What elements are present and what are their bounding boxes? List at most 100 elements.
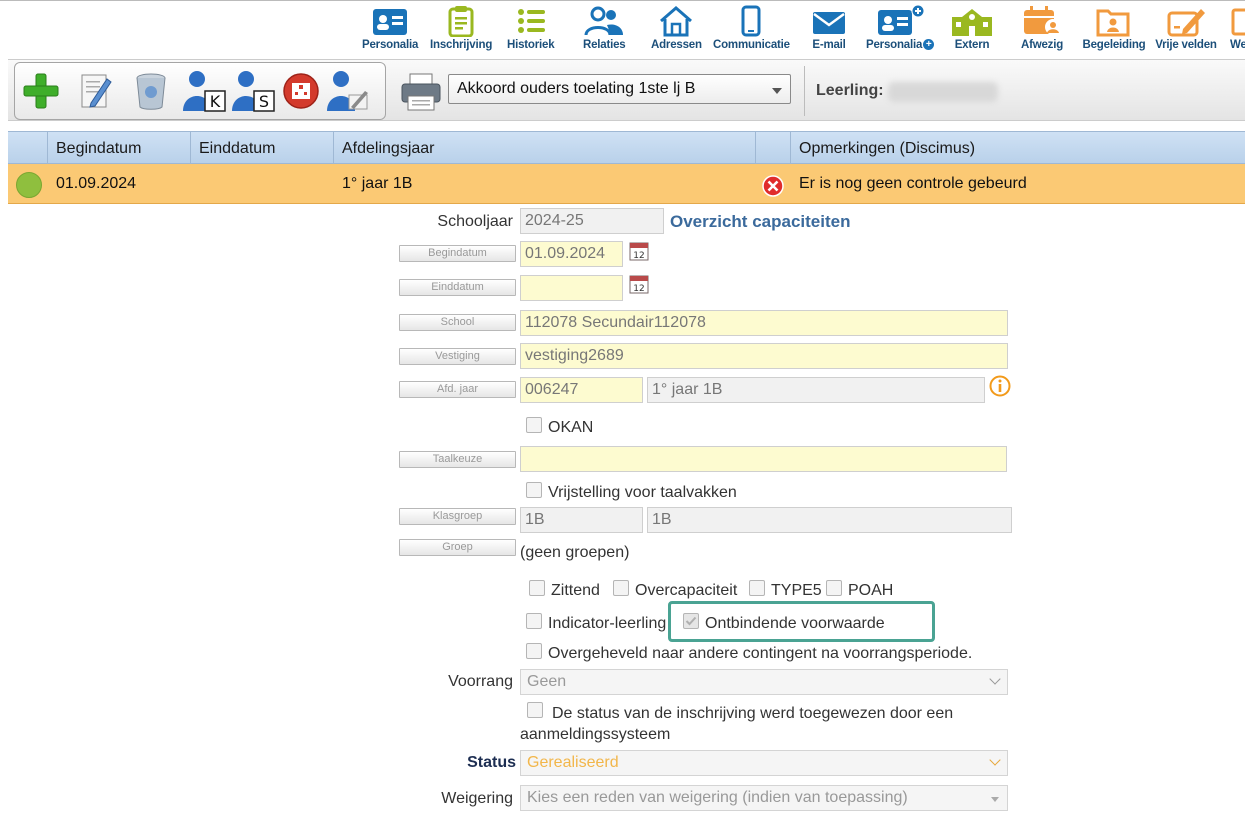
edit-button[interactable]	[73, 69, 117, 113]
calendar-person-icon	[1024, 6, 1061, 35]
nav-personalia[interactable]: Personalia	[362, 5, 418, 51]
taalkeuze-label-button[interactable]: Taalkeuze	[399, 451, 516, 468]
ontbindende-checkbox[interactable]	[683, 613, 699, 629]
toolbar-separator	[804, 66, 805, 116]
nav-inschrijving[interactable]: Inschrijving	[430, 5, 492, 51]
nav-vrije-velden[interactable]: Vrije velden	[1153, 5, 1219, 51]
phone-icon	[741, 5, 761, 37]
nav-label: Vrije velden	[1155, 39, 1217, 51]
cut-off-icon	[1231, 8, 1245, 36]
einddatum-input[interactable]	[520, 275, 623, 301]
header-icon	[756, 132, 791, 163]
indicator-checkbox[interactable]	[526, 613, 542, 629]
voorrang-select[interactable]: Geen	[520, 669, 1008, 695]
nav-begeleiding[interactable]: Begeleiding	[1082, 5, 1146, 51]
chevron-down-icon	[989, 673, 1001, 685]
afdjaar-label-button[interactable]: Afd. jaar	[399, 381, 516, 398]
header-status	[8, 132, 48, 163]
nav-adressen[interactable]: Adressen	[651, 5, 702, 51]
begindatum-label-button[interactable]: Begindatum	[399, 245, 516, 262]
chevron-down-icon	[989, 754, 1001, 766]
vrijstelling-checkbox[interactable]	[526, 482, 542, 498]
afdjaar-code-input[interactable]: 006247	[520, 377, 643, 403]
school-input[interactable]: 112078 Secundair112078	[520, 310, 1008, 336]
status-toegewezen-line2: aanmeldingssysteem	[520, 726, 671, 743]
indicator-label: Indicator-leerling	[548, 615, 667, 632]
nav-afwezig[interactable]: Afwezig	[1020, 5, 1064, 51]
nav-relaties[interactable]: Relaties	[583, 5, 626, 51]
zittend-checkbox[interactable]	[529, 580, 545, 596]
report-select[interactable]: Akkoord ouders toelating 1ste lj B	[448, 74, 791, 104]
type5-checkbox[interactable]	[749, 580, 765, 596]
plus-icon: +	[923, 39, 935, 51]
folder-person-icon	[1096, 9, 1130, 37]
header-opmerkingen[interactable]: Opmerkingen (Discimus)	[791, 132, 1245, 163]
nav-label: Adressen	[651, 39, 702, 51]
groep-label-button[interactable]: Groep	[399, 539, 516, 556]
poah-checkbox[interactable]	[826, 580, 842, 596]
person-s-icon: S	[232, 71, 275, 112]
einddatum-label-button[interactable]: Einddatum	[399, 279, 516, 296]
add-button[interactable]	[19, 69, 63, 113]
okan-label: OKAN	[548, 419, 594, 436]
voorrang-value: Geen	[527, 673, 567, 690]
hospital-button[interactable]	[279, 69, 323, 113]
person-edit-icon	[327, 71, 368, 111]
klasgroep-label-button[interactable]: Klasgroep	[399, 508, 516, 525]
groep-value: (geen groepen)	[520, 544, 630, 561]
id-card-plus-icon	[878, 5, 925, 35]
ontbindende-label: Ontbindende voorwaarde	[705, 615, 885, 632]
info-icon[interactable]	[989, 375, 1011, 397]
taalkeuze-input[interactable]	[520, 446, 1007, 472]
letter-k: K	[210, 92, 221, 111]
weigering-select[interactable]: Kies een reden van weigering (indien van…	[520, 785, 1008, 811]
header-einddatum[interactable]: Einddatum	[191, 132, 334, 163]
status-dot	[16, 172, 42, 198]
cell-begindatum: 01.09.2024	[56, 175, 137, 192]
table-row[interactable]: 01.09.2024 1° jaar 1B Er is nog geen con…	[8, 164, 1245, 204]
nav-personalia-plus[interactable]: Personalia +	[866, 5, 935, 51]
overgeheveld-label: Overgeheveld naar andere contingent na v…	[548, 645, 973, 662]
overcapaciteit-checkbox[interactable]	[613, 580, 629, 596]
house-icon	[660, 6, 693, 37]
nav-label: Extern	[954, 39, 990, 51]
weigering-label: Weigering	[441, 790, 513, 807]
nav-extern[interactable]: Extern	[950, 5, 994, 51]
status-toegewezen-checkbox[interactable]	[527, 702, 543, 718]
checkmark-icon	[685, 616, 697, 626]
voorrang-label: Voorrang	[448, 673, 513, 690]
okan-checkbox[interactable]	[526, 417, 542, 433]
person-s-button[interactable]: S	[230, 69, 275, 113]
header-afdelingsjaar[interactable]: Afdelingsjaar	[334, 132, 756, 163]
status-select[interactable]: Gerealiseerd	[520, 750, 1008, 776]
letter-s: S	[259, 92, 269, 111]
vestiging-input[interactable]: vestiging2689	[520, 343, 1008, 369]
person-k-button[interactable]: K	[181, 69, 226, 113]
print-button[interactable]	[400, 72, 442, 112]
nav-label: E-mail	[812, 39, 846, 51]
school-label-button[interactable]: School	[399, 314, 516, 331]
leerling-label: Leerling:	[816, 82, 884, 99]
overgeheveld-checkbox[interactable]	[526, 643, 542, 659]
schooljaar-label: Schooljaar	[437, 213, 513, 230]
delete-bin-icon	[136, 73, 166, 110]
delete-button[interactable]	[129, 69, 173, 113]
nav-historiek[interactable]: Historiek	[507, 5, 555, 51]
vestiging-label-button[interactable]: Vestiging	[399, 348, 516, 365]
nav-label-text: Personalia	[866, 39, 923, 51]
pencil-edit-icon	[1167, 9, 1205, 37]
edit-icon	[81, 74, 112, 108]
begindatum-input[interactable]: 01.09.2024	[520, 241, 623, 267]
weigering-value: Kies een reden van weigering (indien van…	[527, 789, 908, 806]
calendar-icon[interactable]: 12	[628, 240, 650, 262]
nav-label: Personalia +	[866, 39, 935, 51]
calendar-icon[interactable]: 12	[628, 273, 650, 295]
nav-communicatie[interactable]: Communicatie	[713, 5, 790, 51]
report-select-value: Akkoord ouders toelating 1ste lj B	[457, 80, 696, 97]
header-begindatum[interactable]: Begindatum	[48, 132, 191, 163]
nav-email[interactable]: E-mail	[810, 5, 848, 51]
overzicht-capaciteiten-link[interactable]: Overzicht capaciteiten	[670, 212, 850, 232]
nav-cut-off[interactable]: We	[1230, 5, 1245, 51]
cell-opmerking: Er is nog geen controle gebeurd	[799, 175, 1027, 192]
person-edit-button[interactable]	[325, 69, 369, 113]
